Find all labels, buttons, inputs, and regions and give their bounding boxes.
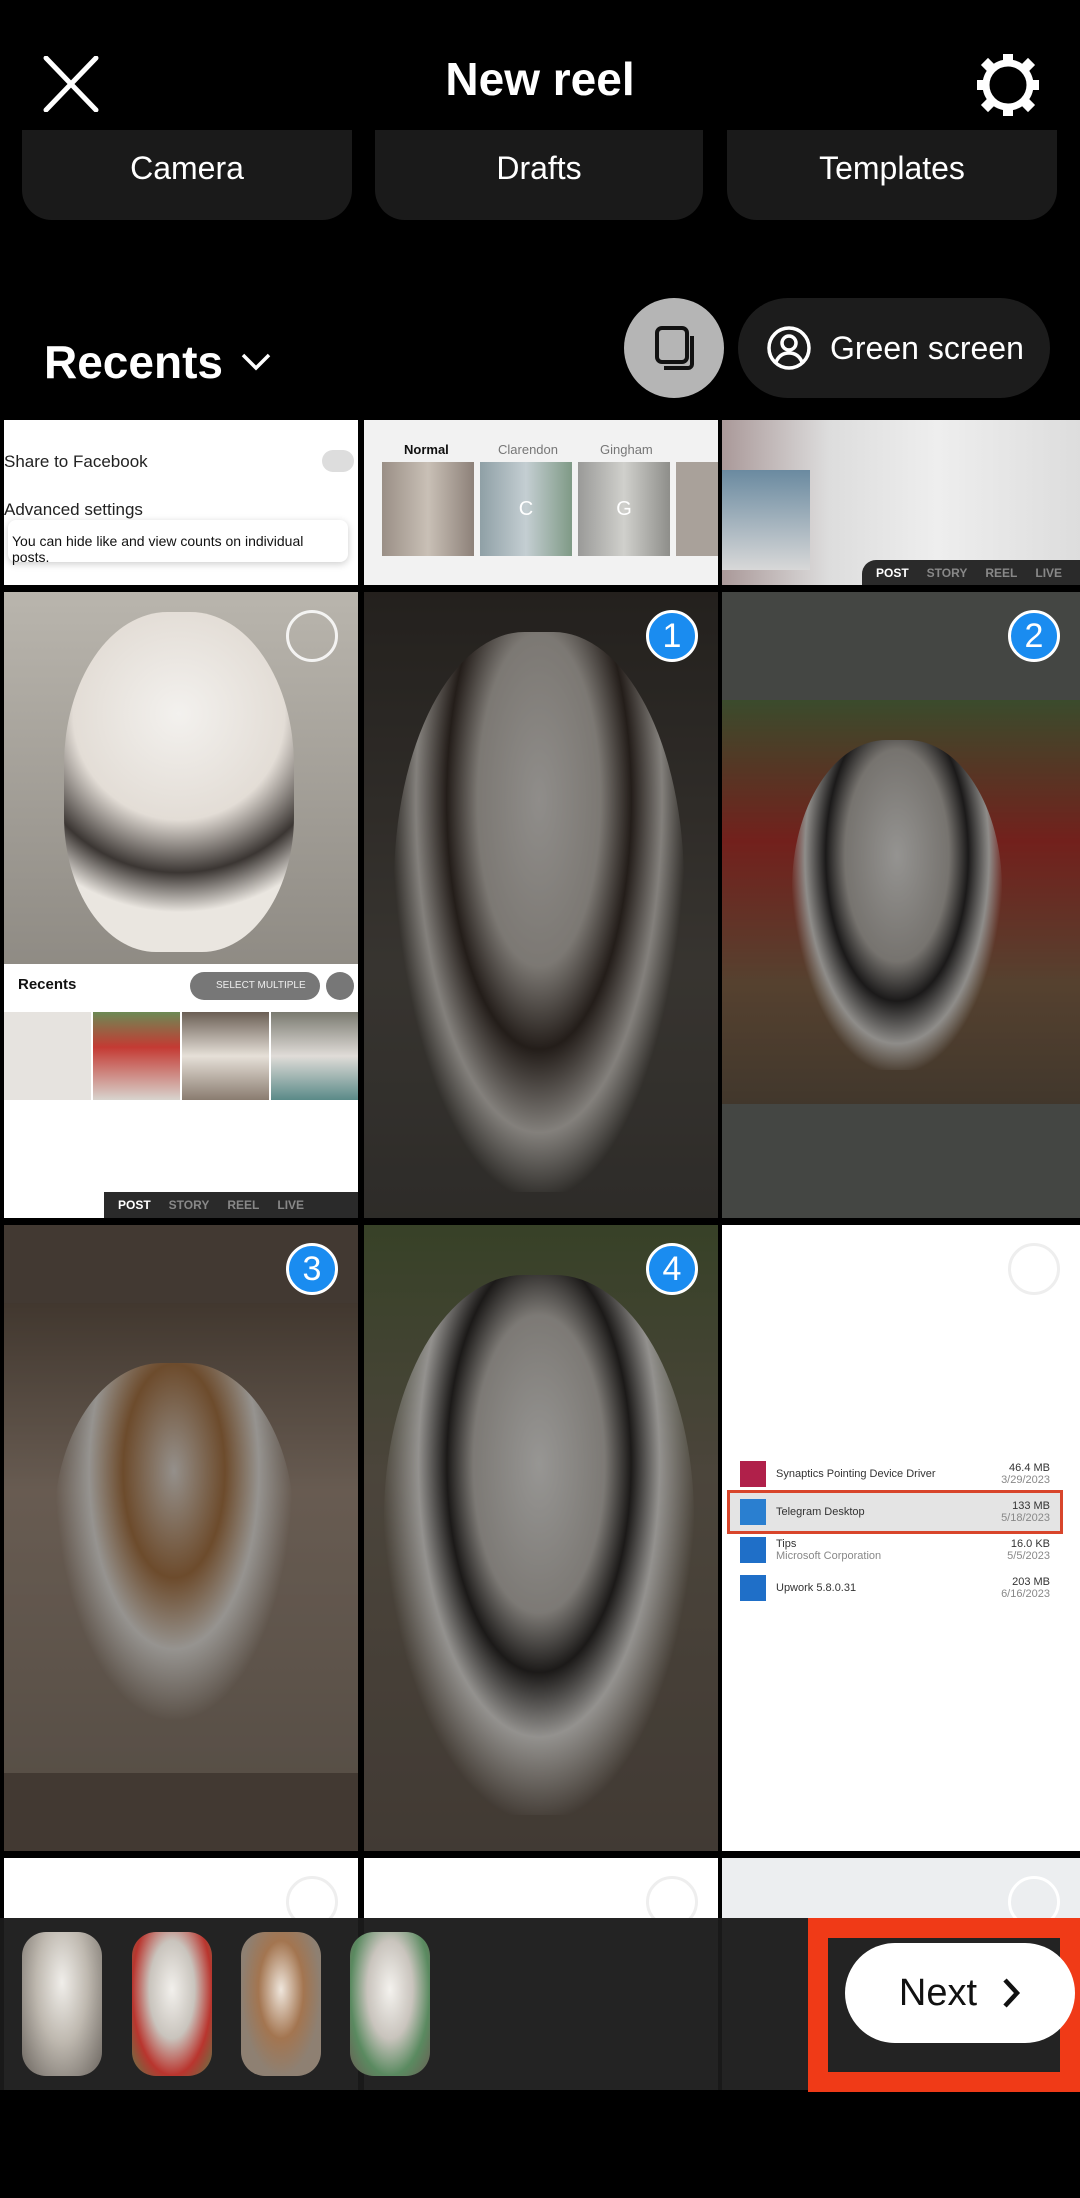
selected-thumbnail[interactable] [132,1932,212,2076]
filter-preview: G [578,462,670,556]
green-screen-button[interactable]: Green screen [738,298,1050,398]
selection-badge[interactable]: 3 [286,1243,338,1295]
mode-label: LIVE [1035,566,1063,580]
next-label: Next [898,1971,978,2014]
mode-label: STORY [926,566,968,580]
apps-list: Synaptics Pointing Device Driver 46.4 MB 3… [727,1455,1063,1607]
advanced-settings-text: Advanced settings [4,500,143,519]
dog-thumbnail [722,470,810,570]
next-button[interactable]: Next [845,1943,1075,2043]
selected-thumbnail[interactable] [241,1932,321,2076]
filter-preview [382,462,474,556]
app-size: 16.0 KB [1010,1538,1050,1550]
app-size: 46.4 MB [1009,1462,1050,1474]
gallery-item-selected[interactable]: 4 [364,1225,718,1851]
app-date: 6/16/2023 [1001,1588,1050,1600]
tab-camera[interactable]: Camera [22,130,352,220]
app-size: 133 MB [1012,1500,1050,1512]
chevron-right-icon [1003,1978,1021,2008]
mode-label: STORY [168,1198,210,1212]
app-row: Upwork 5.8.0.31 203 MB 6/16/2023 [730,1569,1060,1607]
app-size: 203 MB [1012,1576,1050,1588]
app-name: Telegram Desktop [776,1506,865,1518]
camera-icon [326,972,354,1000]
tab-drafts[interactable]: Drafts [375,130,703,220]
selection-badge[interactable]: 4 [646,1243,698,1295]
telegram-icon [740,1499,766,1525]
selected-thumbnail[interactable] [350,1932,430,2076]
filter-label: Gingham [600,442,653,457]
mode-label: LIVE [277,1198,305,1212]
selection-circle[interactable] [286,610,338,662]
app-row: Synaptics Pointing Device Driver 46.4 MB 3… [730,1455,1060,1493]
person-circle-icon [767,326,811,370]
tab-templates[interactable]: Templates [727,130,1057,220]
app-date: 5/18/2023 [1001,1512,1050,1524]
app-date: 5/5/2023 [1007,1550,1050,1562]
gallery-item-selected[interactable]: 1 [364,592,718,1218]
app-name: Upwork 5.8.0.31 [776,1582,857,1594]
gallery-item[interactable]: Recents SELECT MULTIPLE POST STORY REEL LIV… [4,592,358,1218]
share-to-facebook-text: Share to Facebook [4,452,148,471]
selection-badge[interactable]: 1 [646,610,698,662]
gear-icon [977,54,1039,116]
filter-preview: C [480,462,572,556]
multiple-select-icon [655,326,694,370]
select-multiple-button[interactable] [624,298,724,398]
selection-badge[interactable]: 2 [1008,610,1060,662]
selection-circle[interactable] [1008,1243,1060,1295]
mode-label: REEL [985,566,1018,580]
page-title: New reel [445,53,635,105]
gallery-item[interactable]: POST STORY REEL LIVE [722,420,1080,585]
app-row-highlighted: Telegram Desktop 133 MB 5/18/2023 [727,1490,1063,1534]
album-label: Recents [18,976,77,993]
gallery-item[interactable]: Share to Facebook Advanced settings You … [4,420,358,585]
gallery-item[interactable]: Synaptics Pointing Device Driver 46.4 MB 3… [722,1225,1080,1851]
filter-label: Clarendon [498,442,558,457]
mode-label: POST [118,1198,151,1212]
app-icon [740,1461,766,1487]
tips-icon [740,1537,766,1563]
app-row: Tips Microsoft Corporation 16.0 KB 5/5/2023 [730,1531,1060,1569]
tooltip: You can hide like and view counts on ind… [8,520,348,565]
green-screen-label: Green screen [830,329,1024,366]
album-label: Recents [44,336,223,388]
app-date: 3/29/2023 [1001,1474,1050,1486]
gallery-item[interactable]: Normal Clarendon Gingham C G [364,420,718,585]
upwork-icon [740,1575,766,1601]
app-name: Synaptics Pointing Device Driver [776,1468,936,1480]
album-selector[interactable]: Recents [44,335,271,389]
chevron-down-icon [241,353,271,371]
toggle [322,450,354,472]
settings-button[interactable] [975,52,1041,118]
selected-thumbnail[interactable] [22,1932,102,2076]
select-multiple-text: SELECT MULTIPLE [190,972,320,1000]
gallery-item-selected[interactable]: 2 [722,592,1080,1218]
thumbnail-strip [4,1012,358,1100]
filter-preview [676,462,718,556]
app-publisher: Microsoft Corporation [776,1550,882,1562]
mode-label: POST [876,566,909,580]
filter-label: Normal [404,442,449,457]
gallery-item-selected[interactable]: 3 [4,1225,358,1851]
app-name: Tips [776,1538,797,1550]
mode-label: REEL [227,1198,260,1212]
